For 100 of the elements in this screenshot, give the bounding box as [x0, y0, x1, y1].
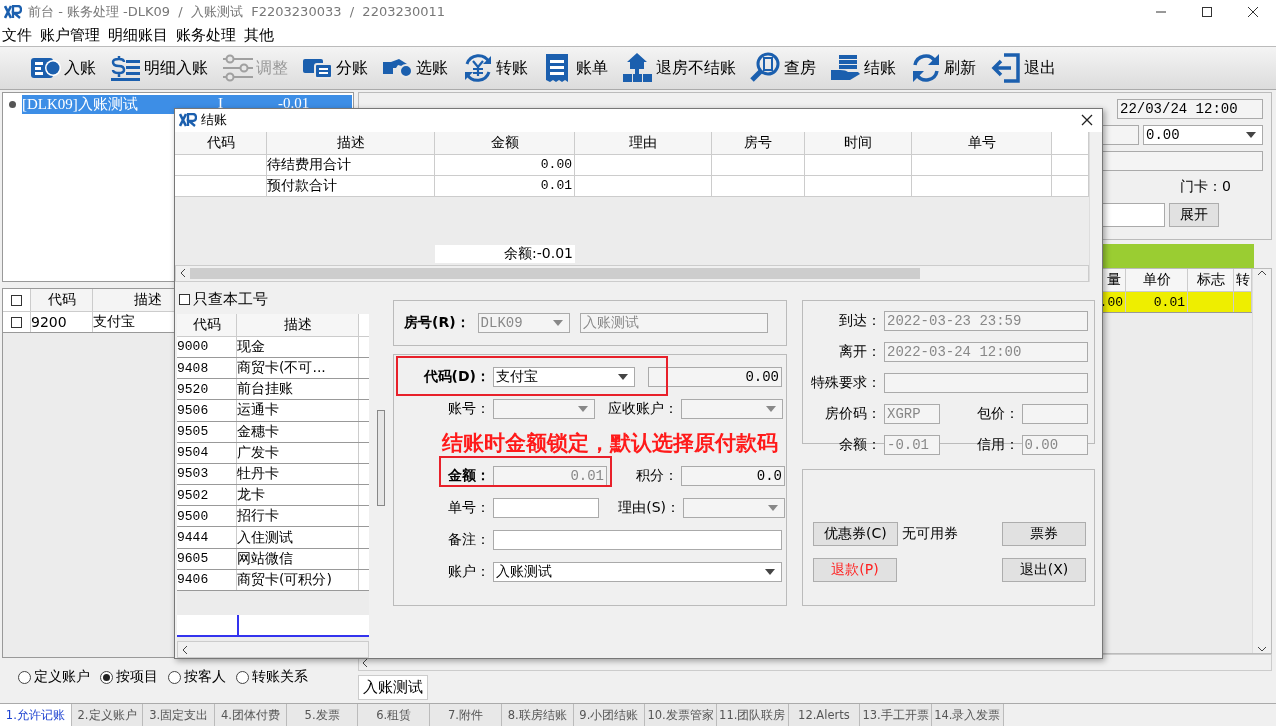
column-header[interactable]: 房号	[712, 131, 805, 154]
exit-icon	[990, 52, 1022, 84]
column-header[interactable]: 单价	[1126, 269, 1188, 291]
column-header[interactable]: 时间	[805, 131, 912, 154]
radio-label[interactable]: 按客人	[184, 668, 226, 686]
toolbar-button[interactable]: 查房	[746, 50, 826, 86]
toolbar-button[interactable]: 刷新	[906, 50, 986, 86]
scrollbar[interactable]	[377, 409, 385, 506]
list-row[interactable]: 9506 运通卡	[177, 400, 369, 422]
status-tab[interactable]: 6.租赁	[358, 704, 431, 726]
status-tab[interactable]: 4.团体付费	[215, 704, 287, 726]
table-cell: 0.01	[1126, 292, 1188, 312]
column-header[interactable]: 单号	[912, 131, 1052, 154]
account-tab[interactable]: 入账测试	[358, 675, 428, 700]
deposit-dropdown[interactable]: 0.00	[1143, 125, 1263, 145]
list-row[interactable]: 9444 入住测试	[177, 527, 369, 549]
list-row[interactable]: 9520 前台挂账	[177, 379, 369, 401]
list-row[interactable]: 9605 网站微信	[177, 548, 369, 570]
scrollbar-thumb[interactable]	[190, 267, 920, 279]
status-tab[interactable]: 13.手工开票	[860, 704, 932, 726]
toolbar-button[interactable]: 明细入账	[106, 50, 218, 86]
radio-button[interactable]	[100, 670, 113, 684]
table-cell: .00	[1102, 292, 1126, 312]
field-label: 账号：	[447, 400, 490, 419]
toolbar-button[interactable]: 选账	[378, 50, 458, 86]
status-tab[interactable]: 1.允许记账	[0, 704, 72, 726]
list-row[interactable]: 9503 牡丹卡	[177, 463, 369, 486]
list-row[interactable]: 9502 龙卡	[177, 485, 369, 507]
status-tab[interactable]: 2.定义账户	[71, 704, 144, 726]
bill-number-field[interactable]	[493, 498, 599, 519]
expand-button[interactable]: 展开	[1169, 203, 1219, 227]
account-dropdown[interactable]: 入账测试	[493, 562, 782, 583]
toolbar-button[interactable]: 退房不结账	[618, 50, 746, 86]
status-tab[interactable]: 5.发票	[286, 704, 359, 726]
coupon-button[interactable]: 优惠券(C)	[813, 521, 898, 546]
column-header[interactable]: 代码	[31, 289, 93, 311]
column-header[interactable]: 转	[1234, 269, 1252, 291]
status-tab[interactable]: 9.小团结账	[573, 704, 646, 726]
list-row[interactable]: 9500 招行卡	[177, 506, 369, 528]
status-tab[interactable]: 10.发票管家	[645, 704, 717, 726]
radio-button[interactable]	[18, 670, 31, 684]
column-header[interactable]: 理由	[575, 131, 712, 154]
checkbox[interactable]	[179, 294, 190, 306]
toolbar-button[interactable]: 分账	[298, 50, 378, 86]
dropdown-arrow-icon	[765, 569, 775, 576]
field-label: 备注：	[447, 531, 490, 550]
field-label: 离开：	[838, 342, 881, 361]
amount-field[interactable]: 0.00	[648, 367, 782, 388]
list-row[interactable]: 9000 现金	[177, 336, 369, 358]
radio-label[interactable]: 按项目	[116, 668, 158, 686]
list-row[interactable]: 9505 金穗卡	[177, 421, 369, 443]
column-header[interactable]: 量	[1102, 269, 1126, 291]
status-tab[interactable]: 12.Alerts	[788, 704, 861, 726]
column-header[interactable]: 描述	[237, 313, 359, 336]
toolbar-button[interactable]: 结账	[826, 50, 906, 86]
column-header[interactable]: 标志	[1188, 269, 1234, 291]
points-field[interactable]: 0.0	[681, 466, 785, 487]
list-row[interactable]: 9406 商贸卡(可积分)	[177, 569, 369, 591]
toolbar-button[interactable]: 转账	[458, 50, 538, 86]
exit-button[interactable]: 退出(X)	[1002, 557, 1086, 582]
column-header[interactable]: 代码	[177, 313, 237, 336]
column-header[interactable]: 描述	[267, 131, 435, 154]
radio-button[interactable]	[236, 670, 249, 684]
radio-label[interactable]: 转账关系	[252, 668, 308, 686]
ticket-button[interactable]: 票券	[1002, 521, 1086, 546]
status-tab[interactable]: 11.团队联房	[716, 704, 789, 726]
menu-item[interactable]: 账务处理	[174, 24, 238, 46]
code-dropdown[interactable]: 支付宝	[493, 367, 635, 388]
status-tab[interactable]: 8.联房结账	[501, 704, 574, 726]
menu-item[interactable]: 账户管理	[38, 24, 102, 46]
field-label: 余额：	[838, 435, 881, 454]
remark-field[interactable]	[493, 530, 782, 551]
table-cell: 待结费用合计	[267, 154, 435, 175]
radio-button[interactable]	[168, 670, 181, 684]
sliders-icon	[222, 52, 254, 84]
toolbar-button[interactable]: 账单	[538, 50, 618, 86]
column-header[interactable]: 代码	[175, 131, 267, 154]
package-field[interactable]	[1021, 403, 1088, 424]
status-tab[interactable]: 7.附件	[430, 704, 502, 726]
column-header[interactable]: 金额	[435, 131, 575, 154]
refresh-icon	[910, 52, 942, 84]
field-label: 账户：	[447, 563, 490, 582]
departure-field[interactable]: 22/03/24 12:00	[1117, 99, 1263, 119]
menu-item[interactable]: 明细账目	[106, 24, 170, 46]
menu-item[interactable]: 其他	[242, 24, 276, 46]
scroll-down-icon[interactable]	[1257, 645, 1267, 653]
checkbox[interactable]	[11, 294, 22, 306]
toolbar-button[interactable]: 退出	[986, 50, 1066, 86]
list-row[interactable]: 9504 广发卡	[177, 442, 369, 464]
bullet-icon	[9, 100, 16, 108]
status-tab[interactable]: 3.固定支出	[143, 704, 216, 726]
logo-icon	[179, 113, 197, 128]
radio-label[interactable]: 定义账户	[34, 668, 90, 686]
list-row[interactable]: 9408 商贸卡(不可...	[177, 357, 369, 380]
special-request-field[interactable]	[884, 372, 1088, 393]
toolbar-button[interactable]: 入账	[26, 50, 106, 86]
scroll-up-icon[interactable]	[1257, 269, 1267, 277]
checkbox[interactable]	[11, 316, 22, 328]
status-tab[interactable]: 14.录入发票	[931, 704, 1004, 726]
menu-item[interactable]: 文件	[0, 24, 34, 46]
